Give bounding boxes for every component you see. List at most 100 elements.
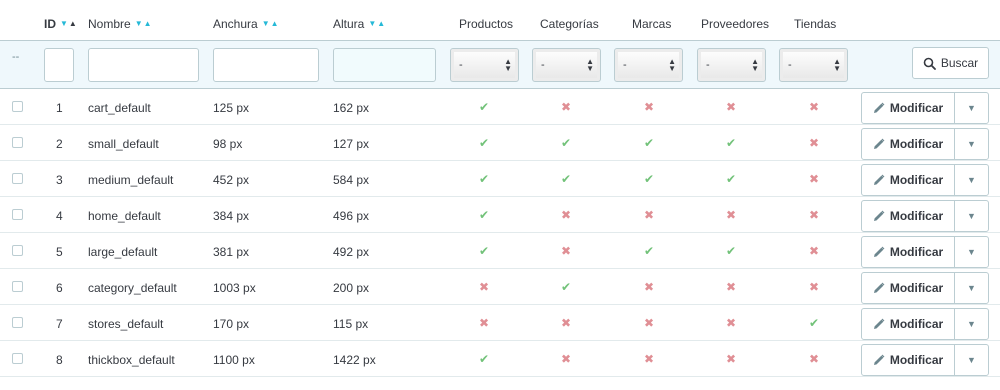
marcas-check-icon[interactable]: ✔: [643, 136, 655, 150]
proveedores-cross-icon[interactable]: ✖: [725, 316, 737, 330]
filter-productos-select[interactable]: - ▲ ▼: [450, 48, 519, 82]
edit-button[interactable]: Modificar: [862, 165, 955, 195]
search-button[interactable]: Buscar: [912, 47, 989, 79]
row-checkbox[interactable]: [12, 173, 23, 184]
caret-down-icon: ▼: [967, 283, 976, 293]
sort-desc-icon[interactable]: ▼: [60, 20, 68, 28]
col-marcas-label: Marcas: [632, 17, 672, 31]
col-altura-header[interactable]: Altura ▼ ▲: [333, 17, 385, 31]
marcas-cross-icon[interactable]: ✖: [643, 316, 655, 330]
filter-anchura-input[interactable]: [213, 48, 319, 82]
edit-button[interactable]: Modificar: [862, 201, 955, 231]
filter-proveedores-select[interactable]: - ▲ ▼: [697, 48, 766, 82]
filter-categorias-select[interactable]: - ▲ ▼: [532, 48, 601, 82]
edit-button[interactable]: Modificar: [862, 237, 955, 267]
proveedores-cross-icon[interactable]: ✖: [725, 208, 737, 222]
proveedores-check-icon[interactable]: ✔: [725, 244, 737, 258]
proveedores-check-icon[interactable]: ✔: [725, 172, 737, 186]
row-checkbox[interactable]: [12, 281, 23, 292]
row-id: 3: [56, 173, 63, 187]
sort-asc-icon[interactable]: ▲: [69, 20, 77, 28]
row-checkbox[interactable]: [12, 137, 23, 148]
edit-button[interactable]: Modificar: [862, 309, 955, 339]
row-checkbox[interactable]: [12, 101, 23, 112]
sort-desc-icon[interactable]: ▼: [135, 20, 143, 28]
caret-down-icon: ▼: [967, 103, 976, 113]
table-row: 8 thickbox_default 1100 px 1422 px ✔ ✖ ✖…: [0, 341, 1000, 377]
row-actions-dropdown[interactable]: ▼: [955, 273, 988, 303]
categorias-cross-icon[interactable]: ✖: [560, 244, 572, 258]
tiendas-cross-icon[interactable]: ✖: [808, 172, 820, 186]
row-actions-dropdown[interactable]: ▼: [955, 93, 988, 123]
proveedores-check-icon[interactable]: ✔: [725, 136, 737, 150]
productos-check-icon[interactable]: ✔: [478, 352, 490, 366]
edit-button[interactable]: Modificar: [862, 345, 955, 375]
proveedores-cross-icon[interactable]: ✖: [725, 280, 737, 294]
col-anchura-header[interactable]: Anchura ▼ ▲: [213, 17, 279, 31]
sort-desc-icon[interactable]: ▼: [262, 20, 270, 28]
edit-button[interactable]: Modificar: [862, 93, 955, 123]
productos-check-icon[interactable]: ✔: [478, 100, 490, 114]
filter-nombre-input[interactable]: [88, 48, 199, 82]
marcas-cross-icon[interactable]: ✖: [643, 208, 655, 222]
productos-cross-icon[interactable]: ✖: [478, 280, 490, 294]
sort-icons[interactable]: ▼ ▲: [262, 20, 279, 28]
row-checkbox[interactable]: [12, 317, 23, 328]
row-checkbox[interactable]: [12, 209, 23, 220]
edit-button-label: Modificar: [889, 101, 944, 115]
row-actions-dropdown[interactable]: ▼: [955, 345, 988, 375]
sort-asc-icon[interactable]: ▲: [144, 20, 152, 28]
tiendas-cross-icon[interactable]: ✖: [808, 280, 820, 294]
proveedores-cross-icon[interactable]: ✖: [725, 352, 737, 366]
categorias-check-icon[interactable]: ✔: [560, 136, 572, 150]
filter-tiendas-select[interactable]: - ▲ ▼: [779, 48, 848, 82]
categorias-check-icon[interactable]: ✔: [560, 280, 572, 294]
sort-icons[interactable]: ▼ ▲: [60, 20, 77, 28]
col-categorias-header: Categorías: [540, 17, 599, 31]
tiendas-cross-icon[interactable]: ✖: [808, 136, 820, 150]
sort-icons[interactable]: ▼ ▲: [135, 20, 152, 28]
sort-asc-icon[interactable]: ▲: [271, 20, 279, 28]
row-actions-dropdown[interactable]: ▼: [955, 201, 988, 231]
col-nombre-header[interactable]: Nombre ▼ ▲: [88, 17, 152, 31]
productos-check-icon[interactable]: ✔: [478, 172, 490, 186]
row-actions-dropdown[interactable]: ▼: [955, 237, 988, 267]
marcas-cross-icon[interactable]: ✖: [643, 280, 655, 294]
categorias-cross-icon[interactable]: ✖: [560, 316, 572, 330]
tiendas-cross-icon[interactable]: ✖: [808, 208, 820, 222]
tiendas-cross-icon[interactable]: ✖: [808, 100, 820, 114]
row-checkbox[interactable]: [12, 353, 23, 364]
tiendas-cross-icon[interactable]: ✖: [808, 244, 820, 258]
productos-check-icon[interactable]: ✔: [478, 136, 490, 150]
categorias-cross-icon[interactable]: ✖: [560, 208, 572, 222]
productos-cross-icon[interactable]: ✖: [478, 316, 490, 330]
col-id-header[interactable]: ID ▼ ▲: [44, 17, 77, 31]
categorias-cross-icon[interactable]: ✖: [560, 352, 572, 366]
tiendas-cross-icon[interactable]: ✖: [808, 352, 820, 366]
select-value: -: [706, 59, 710, 71]
tiendas-check-icon[interactable]: ✔: [808, 316, 820, 330]
filter-id-input[interactable]: [44, 48, 74, 82]
categorias-cross-icon[interactable]: ✖: [560, 100, 572, 114]
filter-marcas-select[interactable]: - ▲ ▼: [614, 48, 683, 82]
marcas-check-icon[interactable]: ✔: [643, 244, 655, 258]
marcas-cross-icon[interactable]: ✖: [643, 352, 655, 366]
marcas-check-icon[interactable]: ✔: [643, 172, 655, 186]
col-marcas-header: Marcas: [632, 17, 671, 31]
row-actions-dropdown[interactable]: ▼: [955, 165, 988, 195]
row-actions-dropdown[interactable]: ▼: [955, 129, 988, 159]
proveedores-cross-icon[interactable]: ✖: [725, 100, 737, 114]
sort-desc-icon[interactable]: ▼: [368, 20, 376, 28]
sort-asc-icon[interactable]: ▲: [377, 20, 385, 28]
edit-button[interactable]: Modificar: [862, 129, 955, 159]
filter-altura-input[interactable]: [333, 48, 436, 82]
col-proveedores-label: Proveedores: [701, 17, 770, 31]
categorias-check-icon[interactable]: ✔: [560, 172, 572, 186]
marcas-cross-icon[interactable]: ✖: [643, 100, 655, 114]
sort-icons[interactable]: ▼ ▲: [368, 20, 385, 28]
productos-check-icon[interactable]: ✔: [478, 208, 490, 222]
row-checkbox[interactable]: [12, 245, 23, 256]
productos-check-icon[interactable]: ✔: [478, 244, 490, 258]
row-actions-dropdown[interactable]: ▼: [955, 309, 988, 339]
edit-button[interactable]: Modificar: [862, 273, 955, 303]
